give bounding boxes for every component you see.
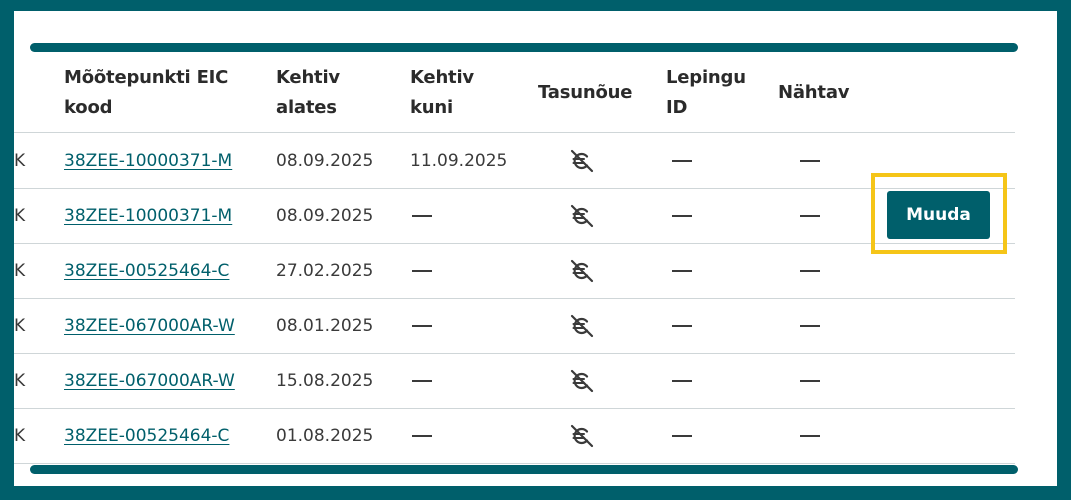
valid-from-cell: 15.08.2025	[276, 370, 374, 391]
contract-id-cell	[672, 159, 692, 162]
table-panel: Mõõtepunkti EIC kood Kehtiv alates Kehti…	[14, 11, 1057, 486]
eic-code-link[interactable]: 38ZEE-00525464-C	[64, 260, 229, 282]
truncated-cell: K	[14, 205, 26, 226]
row-divider	[14, 188, 1015, 189]
visible-cell	[800, 379, 820, 382]
horizontal-scrollbar-bottom[interactable]	[30, 465, 1018, 474]
header-contract: Lepingu ID	[666, 63, 746, 123]
row-divider	[14, 408, 1015, 409]
header-divider	[14, 132, 1015, 133]
horizontal-scrollbar-top[interactable]	[30, 43, 1018, 52]
valid-from-cell: 08.09.2025	[276, 205, 374, 226]
valid-from-cell: 27.02.2025	[276, 260, 374, 281]
visible-cell	[800, 214, 820, 217]
no-payment-icon	[570, 424, 594, 447]
header-visible-line1: Nähtav	[778, 82, 850, 103]
contract-id-cell	[672, 214, 692, 217]
row-divider	[14, 243, 1015, 244]
row-divider	[14, 353, 1015, 354]
truncated-cell: K	[14, 370, 26, 391]
header-valid-from: Kehtiv alates	[276, 63, 340, 123]
truncated-cell: K	[14, 315, 26, 336]
eic-code-link[interactable]: 38ZEE-067000AR-W	[64, 315, 235, 337]
truncated-cell: K	[14, 260, 26, 281]
header-valid-to: Kehtiv kuni	[410, 63, 474, 123]
valid-to-cell: 11.09.2025	[410, 150, 508, 171]
row-divider	[14, 298, 1015, 299]
eic-code-link[interactable]: 38ZEE-067000AR-W	[64, 370, 235, 392]
contract-id-cell	[672, 434, 692, 437]
row-divider	[14, 463, 1015, 464]
header-contract-line2: ID	[666, 97, 688, 118]
no-payment-icon	[570, 204, 594, 227]
header-valid-to-line2: kuni	[410, 97, 453, 118]
eic-code-link[interactable]: 38ZEE-10000371-M	[64, 205, 232, 227]
eic-code-link[interactable]: 38ZEE-10000371-M	[64, 150, 232, 172]
contract-id-cell	[672, 269, 692, 272]
visible-cell	[800, 434, 820, 437]
valid-from-cell: 08.01.2025	[276, 315, 374, 336]
visible-cell	[800, 269, 820, 272]
header-eic-line2: kood	[64, 97, 113, 118]
visible-cell	[800, 159, 820, 162]
valid-from-cell: 08.09.2025	[276, 150, 374, 171]
no-payment-icon	[570, 149, 594, 172]
contract-id-cell	[672, 324, 692, 327]
header-eic-line1: Mõõtepunkti EIC	[64, 67, 229, 88]
header-visible: Nähtav	[778, 78, 850, 108]
header-payment: Tasunõue	[538, 78, 632, 108]
header-valid-from-line2: alates	[276, 97, 337, 118]
valid-to-cell	[412, 434, 432, 437]
truncated-cell: K	[14, 150, 26, 171]
no-payment-icon	[570, 314, 594, 337]
valid-to-cell	[412, 214, 432, 217]
valid-from-cell: 01.08.2025	[276, 425, 374, 446]
eic-code-link[interactable]: 38ZEE-00525464-C	[64, 425, 229, 447]
visible-cell	[800, 324, 820, 327]
truncated-cell: K	[14, 425, 26, 446]
valid-to-cell	[412, 324, 432, 327]
contract-id-cell	[672, 379, 692, 382]
header-valid-from-line1: Kehtiv	[276, 67, 340, 88]
header-payment-line1: Tasunõue	[538, 82, 633, 103]
no-payment-icon	[570, 369, 594, 392]
header-contract-line1: Lepingu	[666, 67, 746, 88]
valid-to-cell	[412, 269, 432, 272]
valid-to-cell	[412, 379, 432, 382]
edit-button[interactable]: Muuda	[887, 191, 990, 239]
header-valid-to-line1: Kehtiv	[410, 67, 474, 88]
no-payment-icon	[570, 259, 594, 282]
header-eic: Mõõtepunkti EIC kood	[64, 63, 228, 123]
